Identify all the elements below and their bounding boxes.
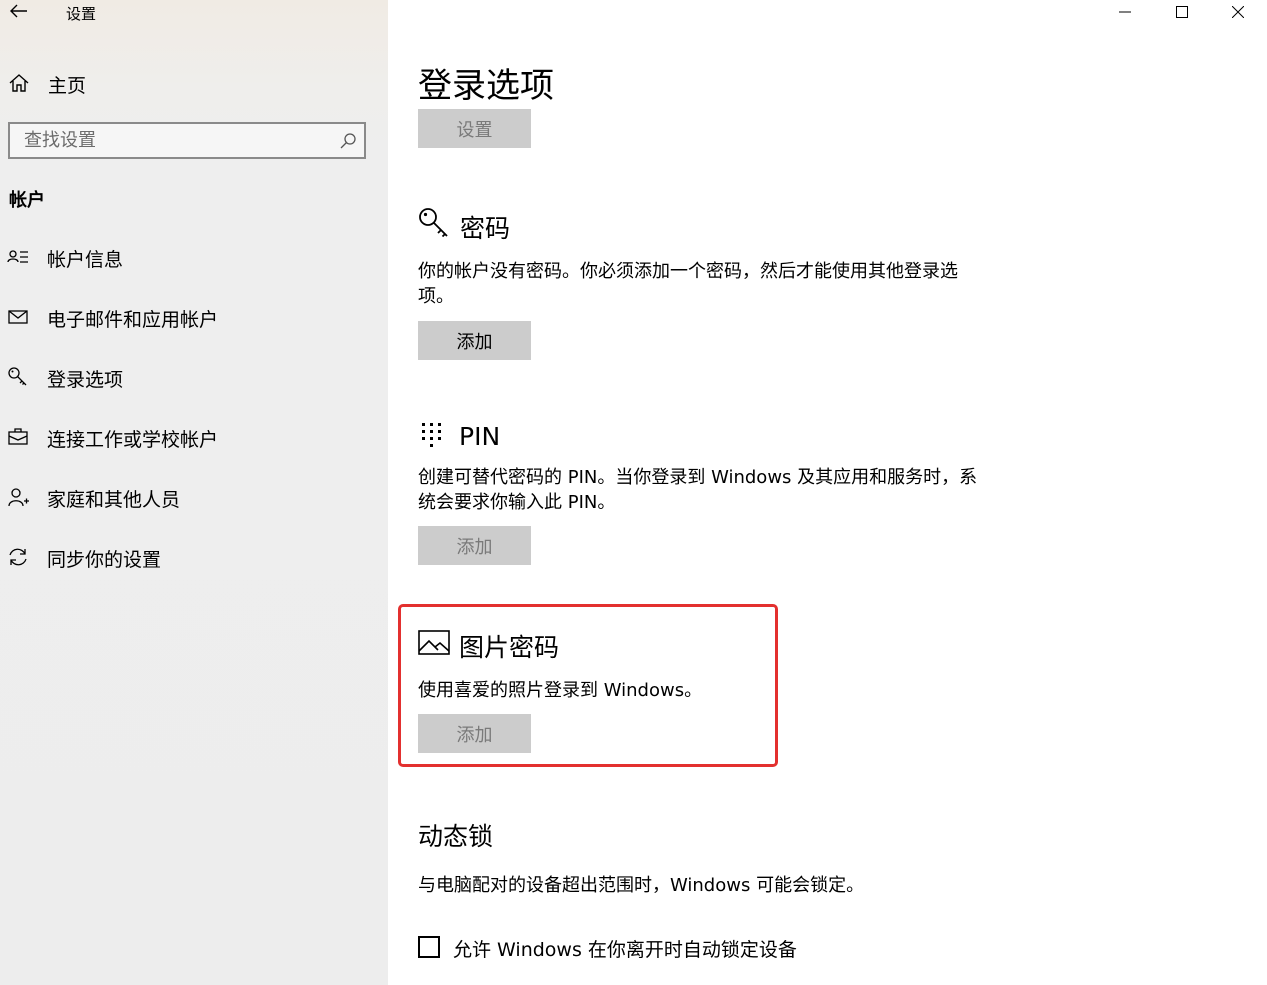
back-button[interactable] xyxy=(8,0,30,22)
sidebar-item-label: 电子邮件和应用帐户 xyxy=(47,309,219,331)
account-info-icon xyxy=(7,250,28,263)
sidebar-item-account-info[interactable]: 帐户信息 xyxy=(0,237,388,277)
person-add-icon xyxy=(8,488,29,507)
sidebar-item-email[interactable]: 电子邮件和应用帐户 xyxy=(0,297,388,337)
app-title: 设置 xyxy=(66,5,97,23)
picture-icon xyxy=(418,630,450,655)
sidebar-item-sign-in-options[interactable]: 登录选项 xyxy=(0,357,388,397)
sidebar-item-label: 帐户信息 xyxy=(47,249,124,271)
sidebar: 设置 主页 帐户 帐户信息 电子邮件和应用帐户 xyxy=(0,0,388,985)
picture-password-description: 使用喜爱的照片登录到 Windows。 xyxy=(418,680,703,701)
home-icon xyxy=(9,74,29,92)
picture-password-title: 图片密码 xyxy=(459,633,560,662)
sidebar-item-label: 同步你的设置 xyxy=(47,549,162,571)
sync-icon xyxy=(9,548,27,566)
search-input[interactable] xyxy=(10,124,344,157)
keypad-icon xyxy=(422,423,441,447)
sidebar-item-label: 连接工作或学校帐户 xyxy=(47,429,219,451)
dynamic-lock-checkbox[interactable] xyxy=(418,936,440,958)
search-box xyxy=(8,122,366,159)
sidebar-item-sync[interactable]: 同步你的设置 xyxy=(0,537,388,577)
key-icon xyxy=(8,367,27,386)
sidebar-item-family[interactable]: 家庭和其他人员 xyxy=(0,477,388,517)
pin-description: 创建可替代密码的 PIN。当你登录到 Windows 及其应用和服务时，系统会要… xyxy=(418,467,978,513)
dynamic-lock-title: 动态锁 xyxy=(418,822,494,851)
dynamic-lock-checkbox-label: 允许 Windows 在你离开时自动锁定设备 xyxy=(453,939,797,961)
sidebar-section-heading: 帐户 xyxy=(9,190,45,211)
key-icon xyxy=(419,208,448,238)
sidebar-item-label: 家庭和其他人员 xyxy=(47,489,181,511)
password-title: 密码 xyxy=(460,214,511,243)
pin-title: PIN xyxy=(459,422,501,451)
briefcase-icon xyxy=(8,428,28,445)
mail-icon xyxy=(8,310,28,324)
add-picture-password-button[interactable]: 添加 xyxy=(418,714,531,753)
home-label: 主页 xyxy=(48,75,87,97)
main-content: 登录选项 设置 密码 你的帐户没有密码。你必须添加一个密码，然后才能使用其他登录… xyxy=(388,0,1267,985)
password-description: 你的帐户没有密码。你必须添加一个密码，然后才能使用其他登录选项。 xyxy=(418,261,958,307)
sidebar-item-label: 登录选项 xyxy=(47,369,124,391)
add-pin-button[interactable]: 添加 xyxy=(418,526,531,565)
search-icon[interactable] xyxy=(338,131,358,151)
add-password-button[interactable]: 添加 xyxy=(418,321,531,360)
sidebar-item-home[interactable]: 主页 xyxy=(0,64,388,100)
page-title: 登录选项 xyxy=(418,66,554,106)
sidebar-item-work-school[interactable]: 连接工作或学校帐户 xyxy=(0,417,388,457)
dynamic-lock-description: 与电脑配对的设备超出范围时，Windows 可能会锁定。 xyxy=(418,875,865,896)
setup-button[interactable]: 设置 xyxy=(418,109,531,148)
back-arrow-icon xyxy=(10,4,27,18)
